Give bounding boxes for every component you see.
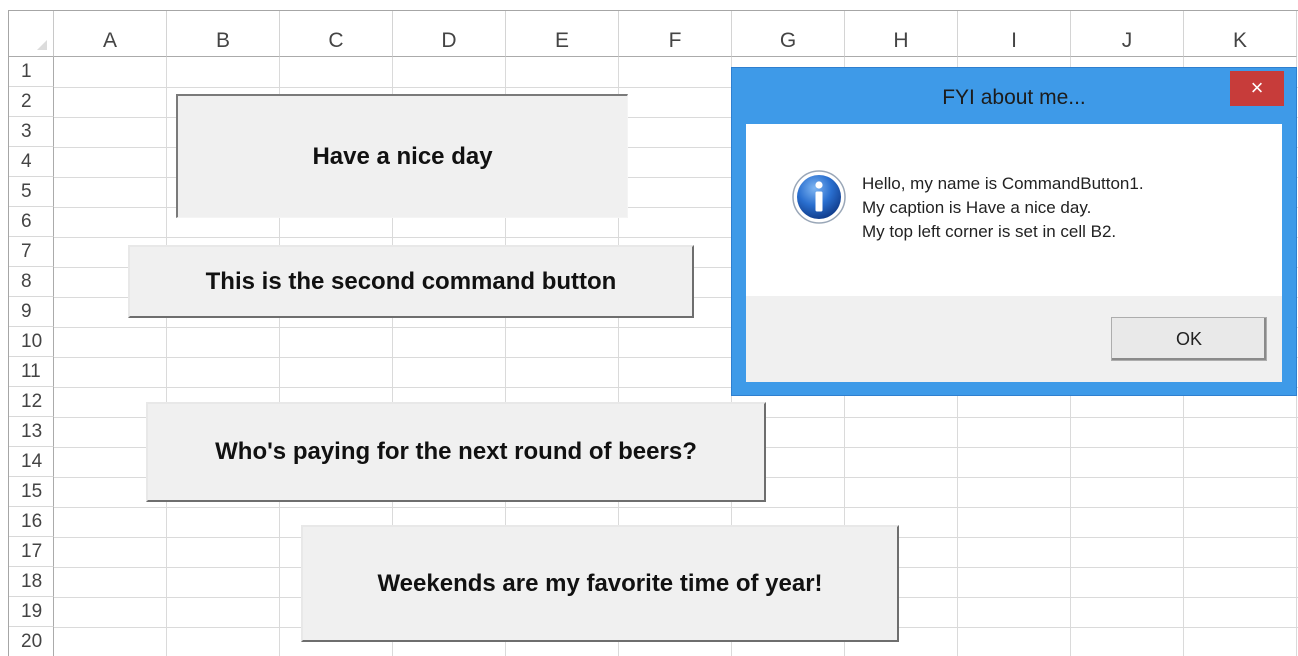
column-header-c[interactable]: C	[280, 11, 393, 57]
row-header-11[interactable]: 11	[9, 357, 54, 387]
information-icon	[792, 170, 846, 224]
column-header-h[interactable]: H	[845, 11, 958, 57]
command-button-1-caption: Have a nice day	[312, 142, 493, 170]
row-header-4[interactable]: 4	[9, 147, 54, 177]
ok-button[interactable]: OK	[1111, 317, 1267, 361]
row-header-13[interactable]: 13	[9, 417, 54, 447]
command-button-4-caption: Weekends are my favorite time of year!	[377, 569, 823, 597]
close-button[interactable]: ×	[1230, 71, 1284, 106]
row-header-6[interactable]: 6	[9, 207, 54, 237]
command-button-2-caption: This is the second command button	[205, 267, 617, 295]
select-all-corner[interactable]	[9, 11, 54, 57]
column-header-k[interactable]: K	[1184, 11, 1297, 57]
column-header-g[interactable]: G	[732, 11, 845, 57]
dialog-title: FYI about me...	[942, 86, 1086, 109]
row-header-14[interactable]: 14	[9, 447, 54, 477]
row-header-3[interactable]: 3	[9, 117, 54, 147]
column-header-j[interactable]: J	[1071, 11, 1184, 57]
column-header-b[interactable]: B	[167, 11, 280, 57]
dialog-footer: OK	[746, 296, 1282, 382]
close-icon: ×	[1250, 75, 1264, 100]
row-header-5[interactable]: 5	[9, 177, 54, 207]
row-header-17[interactable]: 17	[9, 537, 54, 567]
grid-line	[54, 507, 1298, 508]
column-header-f[interactable]: F	[619, 11, 732, 57]
row-header-9[interactable]: 9	[9, 297, 54, 327]
row-header-19[interactable]: 19	[9, 597, 54, 627]
message-line-3: My top left corner is set in cell B2.	[862, 222, 1117, 241]
command-button-3-caption: Who's paying for the next round of beers…	[215, 438, 697, 465]
select-all-triangle-icon	[37, 40, 47, 50]
row-header-1[interactable]: 1	[9, 57, 54, 87]
column-header-i[interactable]: I	[958, 11, 1071, 57]
row-header-15[interactable]: 15	[9, 477, 54, 507]
row-header-2[interactable]: 2	[9, 87, 54, 117]
row-header-8[interactable]: 8	[9, 267, 54, 297]
column-header-e[interactable]: E	[506, 11, 619, 57]
row-header-10[interactable]: 10	[9, 327, 54, 357]
command-button-2[interactable]: This is the second command button	[128, 245, 694, 318]
column-header-d[interactable]: D	[393, 11, 506, 57]
dialog-body: Hello, my name is CommandButton1. My cap…	[746, 124, 1282, 296]
message-line-1: Hello, my name is CommandButton1.	[862, 174, 1144, 193]
command-button-4[interactable]: Weekends are my favorite time of year!	[301, 525, 899, 642]
command-button-3[interactable]: Who's paying for the next round of beers…	[146, 402, 766, 502]
row-header-12[interactable]: 12	[9, 387, 54, 417]
column-header-a[interactable]: A	[54, 11, 167, 57]
message-box-dialog: FYI about me... × Hello, my name is Comm…	[731, 67, 1297, 396]
row-header-16[interactable]: 16	[9, 507, 54, 537]
message-line-2: My caption is Have a nice day.	[862, 198, 1092, 217]
command-button-1[interactable]: Have a nice day	[176, 94, 628, 218]
row-header-18[interactable]: 18	[9, 567, 54, 597]
row-header-20[interactable]: 20	[9, 627, 54, 656]
row-header-7[interactable]: 7	[9, 237, 54, 267]
